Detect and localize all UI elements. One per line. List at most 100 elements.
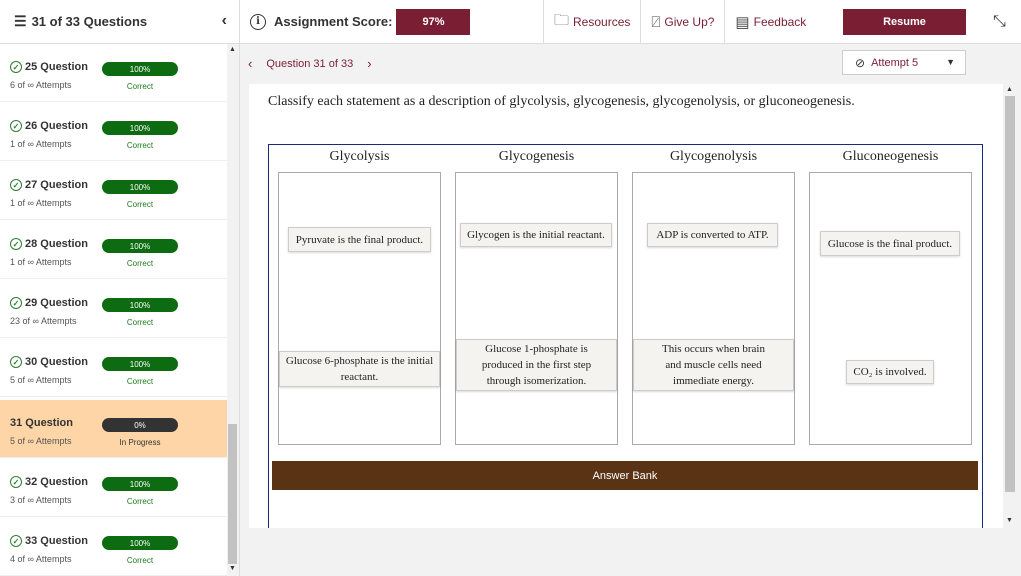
question-name-text: 27 Question (25, 179, 88, 191)
check-circle-icon: ✓ (10, 535, 22, 547)
question-name: ✓ 32 Question (10, 476, 88, 488)
scroll-up-icon[interactable]: ▲ (229, 46, 236, 53)
sidebar-item-29[interactable]: ✓ 29 Question 23 of ∞ Attempts 100% Corre… (0, 280, 227, 338)
sidebar-item-25[interactable]: ✓ 25 Question 6 of ∞ Attempts 100% Correc… (0, 44, 227, 102)
question-name: ✓ 33 Question (10, 535, 88, 547)
question-percent: 100% (102, 298, 178, 312)
question-name: ✓ 28 Question (10, 238, 88, 250)
info-icon[interactable]: i (250, 13, 266, 30)
resources-label: Resources (573, 15, 631, 29)
question-percent: 100% (102, 62, 178, 76)
check-circle-icon: ✓ (10, 238, 22, 250)
question-nav: ‹ Question 31 of 33 › (248, 56, 372, 71)
answer-bank[interactable] (272, 490, 978, 528)
question-percent: 100% (102, 477, 178, 491)
sidebar-scroll-thumb[interactable] (228, 424, 237, 564)
previous-question-icon[interactable]: ‹ (248, 56, 252, 71)
answer-card[interactable]: Glucose 1-phosphate is produced in the f… (456, 339, 617, 391)
score-value: 97% (396, 8, 471, 35)
question-status: Correct (126, 82, 154, 91)
next-question-icon[interactable]: › (367, 56, 371, 71)
answer-card[interactable]: ADP is converted to ATP. (647, 223, 778, 247)
sidebar-item-26[interactable]: ✓ 26 Question 1 of ∞ Attempts 100% Correc… (0, 103, 227, 161)
answer-card[interactable]: Glucose is the final product. (820, 231, 960, 256)
content-scroll-thumb[interactable] (1005, 96, 1015, 492)
folder-icon: 🗀 (554, 11, 570, 29)
resume-button[interactable]: Resume (843, 9, 966, 35)
answer-card[interactable]: Pyruvate is the final product. (288, 227, 431, 252)
question-name: ✓ 27 Question (10, 179, 88, 191)
column-heading-glycogenesis: Glycogenesis (498, 149, 575, 164)
question-percent: 100% (102, 536, 178, 550)
attempt-dropdown[interactable]: ⊘ Attempt 5 ▼ (842, 50, 966, 75)
feedback-button[interactable]: ▤ Feedback (724, 0, 816, 44)
bin-glycolysis[interactable] (278, 172, 441, 445)
collapse-sidebar-icon[interactable]: ‹ (222, 12, 227, 30)
give-up-button[interactable]: ⍁ Give Up? (640, 0, 724, 44)
question-name: 31 Question (10, 417, 73, 429)
sidebar-item-27[interactable]: ✓ 27 Question 1 of ∞ Attempts 100% Correc… (0, 162, 227, 220)
question-percent: 100% (102, 180, 178, 194)
question-attempts: 6 of ∞ Attempts (10, 80, 72, 90)
question-count: 31 of 33 Questions (31, 14, 148, 29)
sidebar-item-31[interactable]: 31 Question 5 of ∞ Attempts 0% In Progre… (0, 400, 227, 458)
check-circle-icon: ✓ (10, 476, 22, 488)
bin-glycogenolysis[interactable] (632, 172, 795, 445)
question-list-toggle[interactable]: ☰ 31 of 33 Questions ‹ (0, 0, 240, 44)
assignment-score: i Assignment Score: 97% (240, 0, 471, 44)
question-name-text: 33 Question (25, 535, 88, 547)
question-name-text: 28 Question (25, 238, 88, 250)
question-attempts: 3 of ∞ Attempts (10, 495, 72, 505)
feedback-label: Feedback (753, 15, 807, 29)
question-status: Correct (126, 556, 154, 565)
question-percent: 100% (102, 239, 178, 253)
bin-gluconeogenesis[interactable] (809, 172, 972, 445)
ban-icon: ⊘ (855, 55, 866, 70)
question-label: Question 31 of 33 (266, 57, 354, 70)
check-circle-icon: ✓ (10, 120, 22, 132)
question-name-text: 31 Question (10, 417, 73, 429)
question-name: ✓ 29 Question (10, 297, 88, 309)
question-name-text: 32 Question (25, 476, 88, 488)
chevron-down-icon: ▼ (946, 57, 955, 67)
toolbar: 🗀 Resources ⍁ Give Up? ▤ Feedback (543, 0, 816, 44)
shrink-icon[interactable]: ⤡ (993, 13, 1006, 31)
content-scroll-up-icon[interactable]: ▲ (1006, 86, 1013, 93)
list-icon: ☰ (14, 13, 27, 29)
question-name-text: 26 Question (25, 120, 88, 132)
content-scroll-down-icon[interactable]: ▼ (1006, 517, 1013, 524)
column-heading-glycogenolysis: Glycogenolysis (669, 149, 758, 164)
question-attempts: 1 of ∞ Attempts (10, 257, 72, 267)
scroll-down-icon[interactable]: ▼ (229, 565, 236, 572)
give-up-label: Give Up? (664, 15, 715, 29)
question-name: ✓ 30 Question (10, 356, 88, 368)
feedback-icon: ▤ (735, 14, 750, 31)
sidebar-item-32[interactable]: ✓ 32 Question 3 of ∞ Attempts 100% Correc… (0, 459, 227, 517)
answer-card[interactable]: Glucose 6-phosphate is the initial react… (279, 351, 440, 387)
answer-card[interactable]: Glycogen is the initial reactant. (460, 223, 612, 247)
answer-card[interactable]: CO₂ is involved. (846, 360, 934, 384)
check-circle-icon: ✓ (10, 297, 22, 309)
question-name: ✓ 26 Question (10, 120, 88, 132)
question-prompt: Classify each statement as a description… (268, 94, 855, 109)
question-status: In Progress (119, 438, 161, 447)
sidebar-item-30[interactable]: ✓ 30 Question 5 of ∞ Attempts 100% Correc… (0, 339, 227, 397)
question-name: ✓ 25 Question (10, 61, 88, 73)
answer-bank-header: Answer Bank (272, 461, 978, 490)
sidebar-item-33[interactable]: ✓ 33 Question 4 of ∞ Attempts 100% Correc… (0, 518, 227, 576)
question-attempts: 1 of ∞ Attempts (10, 139, 72, 149)
score-label: Assignment Score: (274, 14, 393, 29)
question-percent: 100% (102, 121, 178, 135)
column-heading-gluconeogenesis: Gluconeogenesis (842, 149, 939, 164)
question-sidebar: ✓ 25 Question 6 of ∞ Attempts 100% Correc… (0, 44, 240, 576)
question-name-text: 30 Question (25, 356, 88, 368)
sidebar-item-28[interactable]: ✓ 28 Question 1 of ∞ Attempts 100% Correc… (0, 221, 227, 279)
question-attempts: 5 of ∞ Attempts (10, 436, 72, 446)
question-status: Correct (126, 141, 154, 150)
question-attempts: 23 of ∞ Attempts (10, 316, 77, 326)
bin-glycogenesis[interactable] (455, 172, 618, 445)
resources-button[interactable]: 🗀 Resources (543, 0, 640, 44)
answer-card[interactable]: This occurs when brain and muscle cells … (633, 339, 794, 391)
app-root: ☰ 31 of 33 Questions ‹ i Assignment Scor… (0, 0, 1021, 576)
check-circle-icon: ✓ (10, 179, 22, 191)
